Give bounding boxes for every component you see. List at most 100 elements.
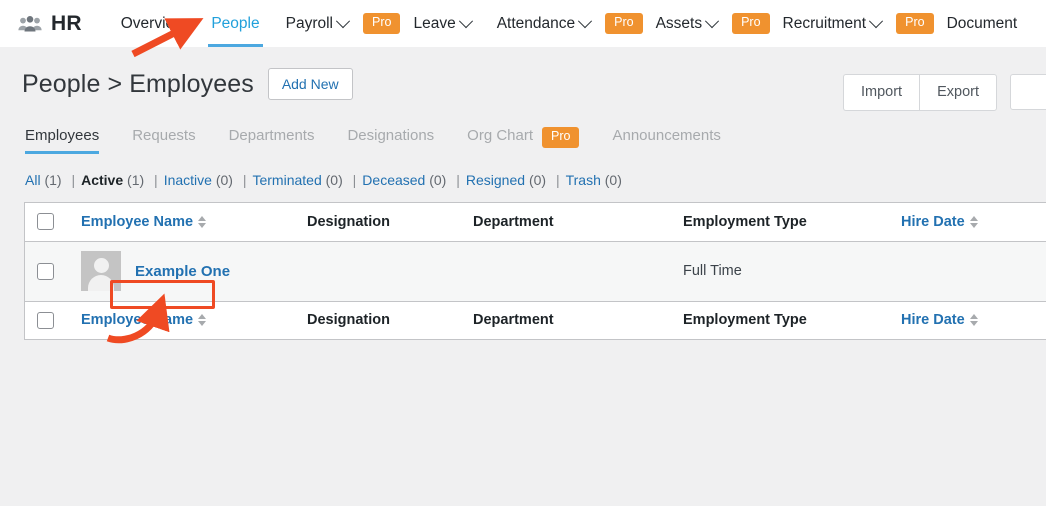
pro-badge: Pro	[363, 13, 401, 34]
chevron-down-icon[interactable]	[869, 13, 884, 28]
row-checkbox[interactable]	[37, 262, 54, 280]
filter-separator: |	[242, 172, 247, 188]
brand[interactable]: HR	[18, 12, 82, 36]
filter-link-all[interactable]: All	[25, 172, 41, 188]
tab-announcements[interactable]: Announcements	[612, 121, 720, 154]
chevron-down-icon[interactable]	[578, 13, 593, 28]
filter-link-active[interactable]: Active	[81, 172, 123, 188]
nav-item-leave[interactable]: Leave	[400, 0, 483, 47]
footer-department-label: Department	[473, 312, 554, 329]
annotation-highlight-box	[110, 280, 215, 309]
nav-item-payroll[interactable]: Payroll	[273, 0, 361, 47]
header-actions: Import Export	[842, 74, 1046, 111]
nav-item-assets[interactable]: Assets	[643, 0, 731, 47]
header-hire-date[interactable]: Hire Date	[901, 203, 1046, 242]
filter-count: (0)	[604, 172, 622, 188]
sort-icon[interactable]	[198, 314, 207, 327]
filter-count: (0)	[528, 172, 547, 188]
filter-separator: |	[71, 172, 76, 188]
nav-item-label: Overview	[120, 14, 186, 32]
overflow-button[interactable]	[1010, 74, 1046, 110]
tab-requests[interactable]: Requests	[132, 121, 195, 154]
nav-item-label: Document	[946, 14, 1018, 32]
nav-item-overview[interactable]: Overview	[108, 0, 199, 47]
nav-item-attendance[interactable]: Attendance	[484, 0, 603, 47]
tab-departments[interactable]: Departments	[229, 121, 315, 154]
footer-employment-type-label: Employment Type	[683, 312, 807, 329]
tab-designations[interactable]: Designations	[347, 121, 434, 154]
export-button[interactable]: Export	[919, 74, 997, 111]
select-all-footer	[25, 300, 81, 339]
employees-table: Employee Name Designation Department Emp…	[25, 203, 1046, 339]
filter-link-deceased[interactable]: Deceased	[362, 172, 425, 188]
footer-designation-label: Designation	[307, 312, 390, 329]
header-department-label: Department	[473, 213, 554, 230]
tab-wrap-designations: Designations	[347, 121, 467, 154]
nav-item-recruitment[interactable]: Recruitment	[770, 0, 895, 47]
brand-label: HR	[51, 11, 82, 35]
select-all-header	[25, 203, 81, 242]
header-department: Department	[473, 203, 683, 242]
tab-employees[interactable]: Employees	[25, 121, 100, 154]
people-group-icon	[18, 15, 42, 32]
header-employment-type: Employment Type	[683, 203, 901, 242]
select-all-checkbox-footer[interactable]	[37, 311, 54, 329]
footer-hire-date-label: Hire Date	[901, 312, 965, 329]
employee-name-link[interactable]: Example One	[135, 263, 230, 280]
filter-link-resigned[interactable]: Resigned	[466, 172, 525, 188]
filter-link-trash[interactable]: Trash	[566, 172, 601, 188]
header-hire-date-label: Hire Date	[901, 213, 965, 230]
footer-department: Department	[473, 300, 683, 339]
filter-separator: |	[456, 172, 460, 188]
chevron-down-icon[interactable]	[705, 13, 720, 28]
top-navigation-bar: HR Overview People Payroll Pro Leave Attendan…	[0, 0, 1046, 47]
filter-count: (0)	[215, 172, 233, 188]
nav-item-label: Attendance	[496, 14, 576, 32]
tab-wrap-departments: Departments	[229, 121, 348, 154]
nav-item-label: People	[211, 14, 260, 32]
nav-item-label: Payroll	[285, 14, 333, 32]
header-employment-type-label: Employment Type	[683, 213, 807, 230]
footer-employee-name-label: Employee Name	[81, 312, 194, 329]
nav-item-document[interactable]: Document	[934, 0, 1031, 47]
add-new-button[interactable]: Add New	[267, 67, 353, 101]
tab-wrap-org-chart: Org Chart Pro	[467, 121, 612, 154]
nav-item-label: Recruitment	[782, 14, 867, 32]
footer-employment-type: Employment Type	[683, 300, 901, 339]
nav-item-label: Leave	[413, 14, 456, 32]
employment-type-value: Full Time	[683, 263, 742, 279]
filter-count: (0)	[429, 172, 447, 188]
sort-icon[interactable]	[198, 215, 207, 228]
pro-badge: Pro	[542, 127, 580, 148]
sort-icon[interactable]	[969, 215, 978, 228]
chevron-down-icon[interactable]	[458, 13, 473, 28]
nav-item-label: Assets	[655, 14, 703, 32]
chevron-down-icon[interactable]	[335, 13, 351, 28]
tab-wrap-employees: Employees	[25, 121, 132, 154]
footer-hire-date[interactable]: Hire Date	[901, 300, 1046, 339]
cell-department	[473, 241, 683, 301]
cell-employment-type: Full Time	[683, 241, 901, 301]
select-all-checkbox[interactable]	[37, 213, 54, 231]
section-tabs: Employees Requests Departments Designations…	[0, 121, 1046, 154]
tab-org-chart[interactable]: Org Chart	[467, 121, 533, 154]
header-designation-label: Designation	[307, 213, 390, 230]
sort-icon[interactable]	[969, 314, 978, 327]
filter-link-terminated[interactable]: Terminated	[252, 172, 321, 188]
filter-link-inactive[interactable]: Inactive	[164, 172, 212, 188]
header-designation: Designation	[307, 203, 473, 242]
import-export-button-group: Import Export	[842, 74, 997, 111]
filter-count: (1)	[127, 172, 145, 188]
pro-badge: Pro	[896, 13, 934, 34]
footer-designation: Designation	[307, 300, 473, 339]
filter-count: (0)	[325, 172, 343, 188]
header-employee-name[interactable]: Employee Name	[81, 203, 307, 242]
nav-item-people[interactable]: People	[198, 0, 272, 47]
filter-separator: |	[352, 172, 357, 188]
header-employee-name-label: Employee Name	[81, 213, 194, 230]
employees-table-container: Employee Name Designation Department Emp…	[24, 202, 1046, 340]
table-header-row: Employee Name Designation Department Emp…	[25, 203, 1046, 242]
tab-wrap-announcements: Announcements	[612, 121, 753, 154]
pro-badge: Pro	[732, 13, 770, 34]
import-button[interactable]: Import	[842, 74, 920, 111]
